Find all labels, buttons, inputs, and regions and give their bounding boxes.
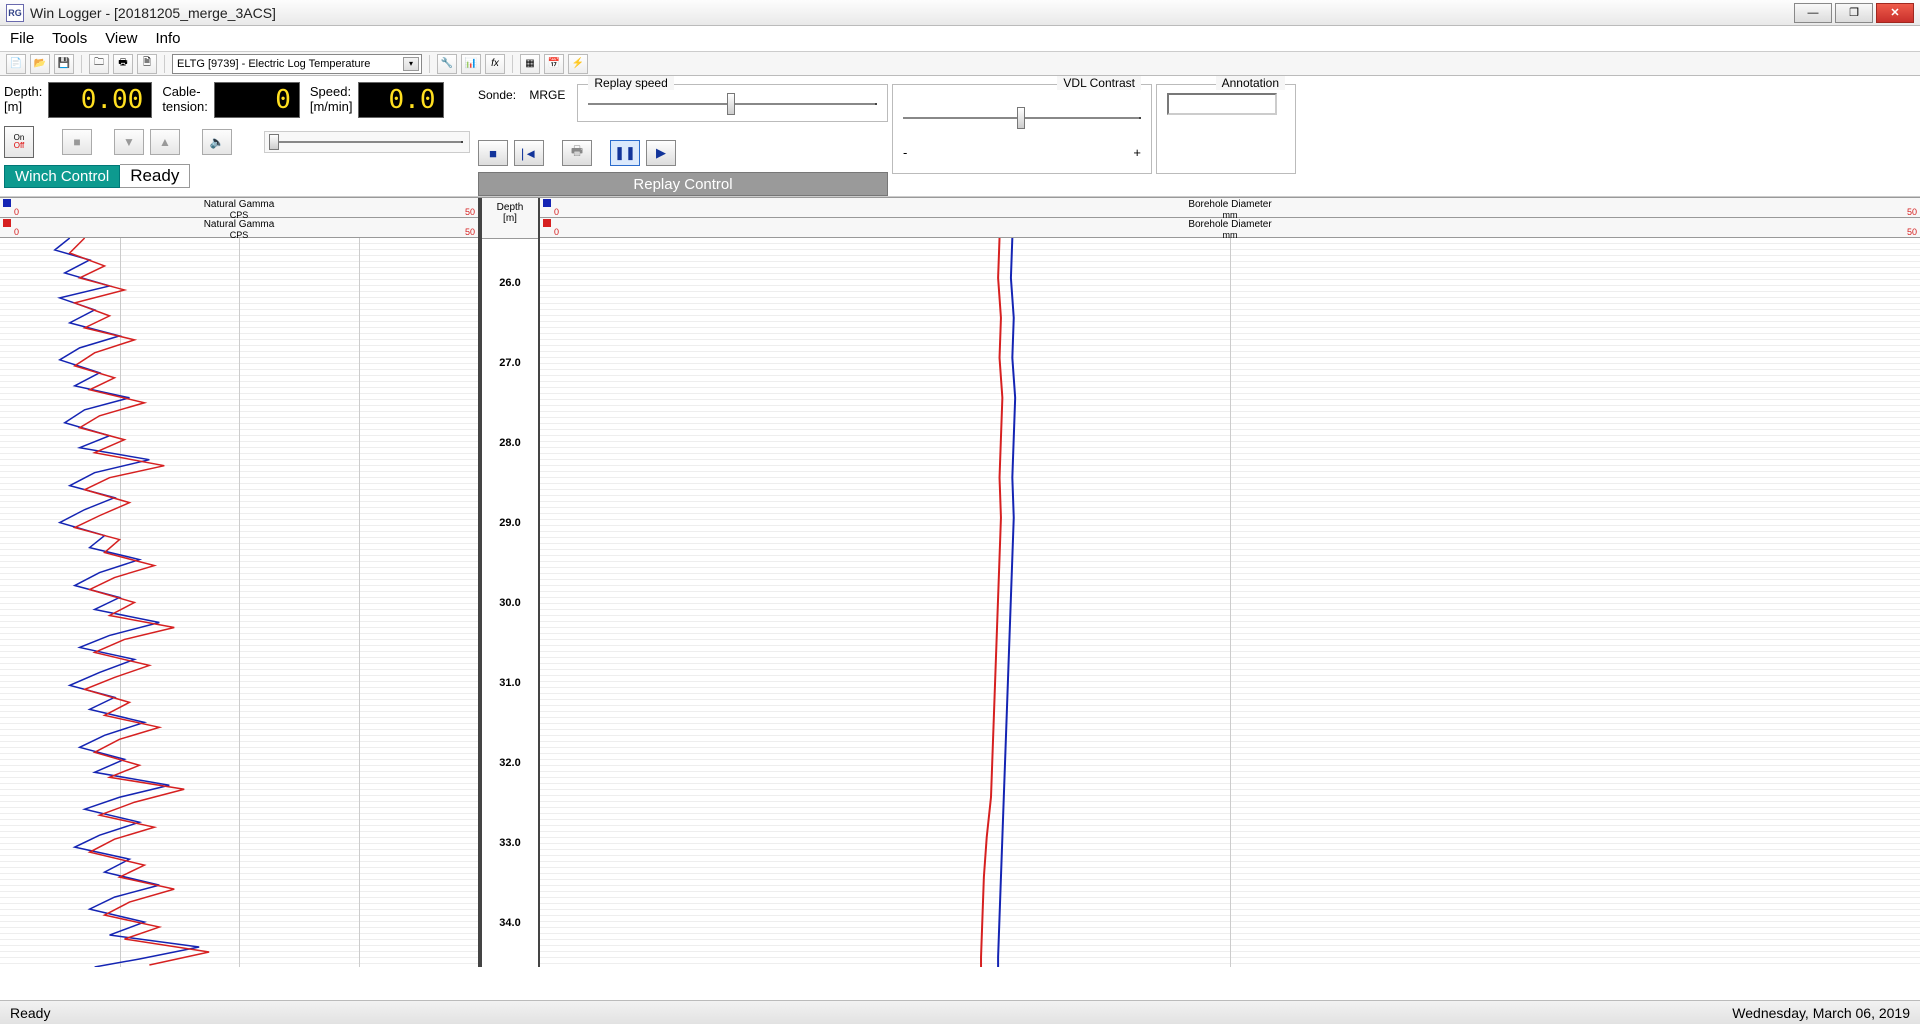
replay-control-bar: Replay Control [478,172,888,196]
vdl-plus: + [1133,145,1141,160]
tb-save-icon[interactable]: 💾 [54,54,74,74]
swatch-blue-icon [543,199,551,207]
depth-column: Depth [m] 26.0 27.0 28.0 29.0 30.0 31.0 … [480,198,540,967]
down-button[interactable]: ▼ [114,129,144,155]
track-borehole: Borehole Diameter mm 0 50 Borehole Diame… [540,198,1920,967]
tb-bolt-icon[interactable]: ⚡ [568,54,588,74]
log-area: Natural Gamma CPS 0 50 Natural Gamma CPS… [0,197,1920,967]
tb-open-icon[interactable]: 📂 [30,54,50,74]
cable-label: Cable- tension: [162,85,208,115]
annotation-input[interactable] [1167,93,1277,115]
menubar: File Tools View Info [0,26,1920,52]
speed-label: Speed: [m/min] [310,85,353,115]
track1-max: 50 [465,207,475,217]
track-natural-gamma: Natural Gamma CPS 0 50 Natural Gamma CPS… [0,198,480,967]
vdl-slider[interactable] [903,107,1141,129]
track1b-title: Natural Gamma [0,219,478,230]
window-title: Win Logger - [20181205_merge_3ACS] [30,5,276,21]
swatch-red-icon [3,219,11,227]
tb-wrench-icon[interactable]: 🔧 [437,54,457,74]
depth-label: Depth: [m] [4,85,42,115]
tb-fx-icon[interactable]: fx [485,54,505,74]
tb-chart-icon[interactable]: 📊 [461,54,481,74]
tool-select-value: ELTG [9739] - Electric Log Temperature [177,58,370,70]
tb-print-icon[interactable]: 🖶 [113,54,133,74]
replay-pause-button[interactable]: ❚❚ [610,140,640,166]
replay-speed-slider[interactable] [588,93,877,115]
track2-max: 50 [1907,207,1917,217]
cable-readout: 0 [214,82,300,118]
tb-folder-icon[interactable]: 🗀 [89,54,109,74]
replay-print-button[interactable]: 🖶 [562,140,592,166]
controls-row: Depth: [m] 0.00 Cable- tension: 0 Speed:… [0,76,1920,197]
track2b-title: Borehole Diameter [540,219,1920,230]
toolbar: 📄 📂 💾 🗀 🖶 🗎 ELTG [9739] - Electric Log T… [0,52,1920,76]
depth-unit: [m] [482,213,538,224]
track2-min: 0 [554,207,559,217]
swatch-blue-icon [3,199,11,207]
vdl-legend: VDL Contrast [1057,76,1141,90]
track2b-min: 0 [554,227,559,237]
tb-preview-icon[interactable]: 🗎 [137,54,157,74]
minimize-button[interactable]: — [1794,3,1832,23]
status-ready: Ready [10,1005,50,1021]
onoff-button[interactable]: OnOff [4,126,34,158]
swatch-red-icon [543,219,551,227]
track2b-max: 50 [1907,227,1917,237]
winch-slider[interactable] [264,131,470,153]
status-date: Wednesday, March 06, 2019 [1732,1005,1910,1021]
tb-sep [81,55,82,73]
tb-calendar-icon[interactable]: 📅 [544,54,564,74]
tb-new-icon[interactable]: 📄 [6,54,26,74]
tb-sep [429,55,430,73]
borehole-curves [540,238,1920,967]
readout-group: Depth: [m] 0.00 Cable- tension: 0 Speed:… [4,82,474,118]
app-icon: RG [6,4,24,22]
vdl-minus: - [903,145,907,160]
maximize-button[interactable]: ❐ [1835,3,1873,23]
gamma-curves [0,238,478,967]
speed-readout: 0.0 [358,82,444,118]
stop-button[interactable]: ■ [62,129,92,155]
annotation-legend: Annotation [1216,76,1285,90]
depth-body: 26.0 27.0 28.0 29.0 30.0 31.0 32.0 33.0 … [482,239,538,967]
menu-info[interactable]: Info [155,30,180,47]
winch-control-tag: Winch Control [4,165,120,188]
close-button[interactable]: ✕ [1876,3,1914,23]
track2-title: Borehole Diameter [540,199,1920,210]
track1-title: Natural Gamma [0,199,478,210]
sonde-label: Sonde: [478,88,516,102]
menu-view[interactable]: View [105,30,137,47]
track2-body[interactable] [540,238,1920,967]
depth-readout: 0.00 [48,82,152,118]
track1b-max: 50 [465,227,475,237]
depth-title: Depth [482,202,538,213]
sonde-value: MRGE [529,88,565,102]
tb-grid-icon[interactable]: ▦ [520,54,540,74]
track1-body[interactable] [0,238,478,967]
titlebar: RG Win Logger - [20181205_merge_3ACS] — … [0,0,1920,26]
tb-sep [164,55,165,73]
menu-file[interactable]: File [10,30,34,47]
tb-sep [512,55,513,73]
replay-stop-button[interactable]: ■ [478,140,508,166]
replay-play-button[interactable]: ▶ [646,140,676,166]
replay-rewind-button[interactable]: |◄ [514,140,544,166]
statusbar: Ready Wednesday, March 06, 2019 [0,1000,1920,1024]
chevron-down-icon[interactable]: ▾ [403,57,419,71]
winch-status: Ready [120,164,190,188]
track1b-min: 0 [14,227,19,237]
track1-min: 0 [14,207,19,217]
replay-speed-legend: Replay speed [588,76,673,90]
up-button[interactable]: ▲ [150,129,180,155]
menu-tools[interactable]: Tools [52,30,87,47]
tool-select-combo[interactable]: ELTG [9739] - Electric Log Temperature ▾ [172,54,422,74]
sound-button[interactable]: 🔈 [202,129,232,155]
